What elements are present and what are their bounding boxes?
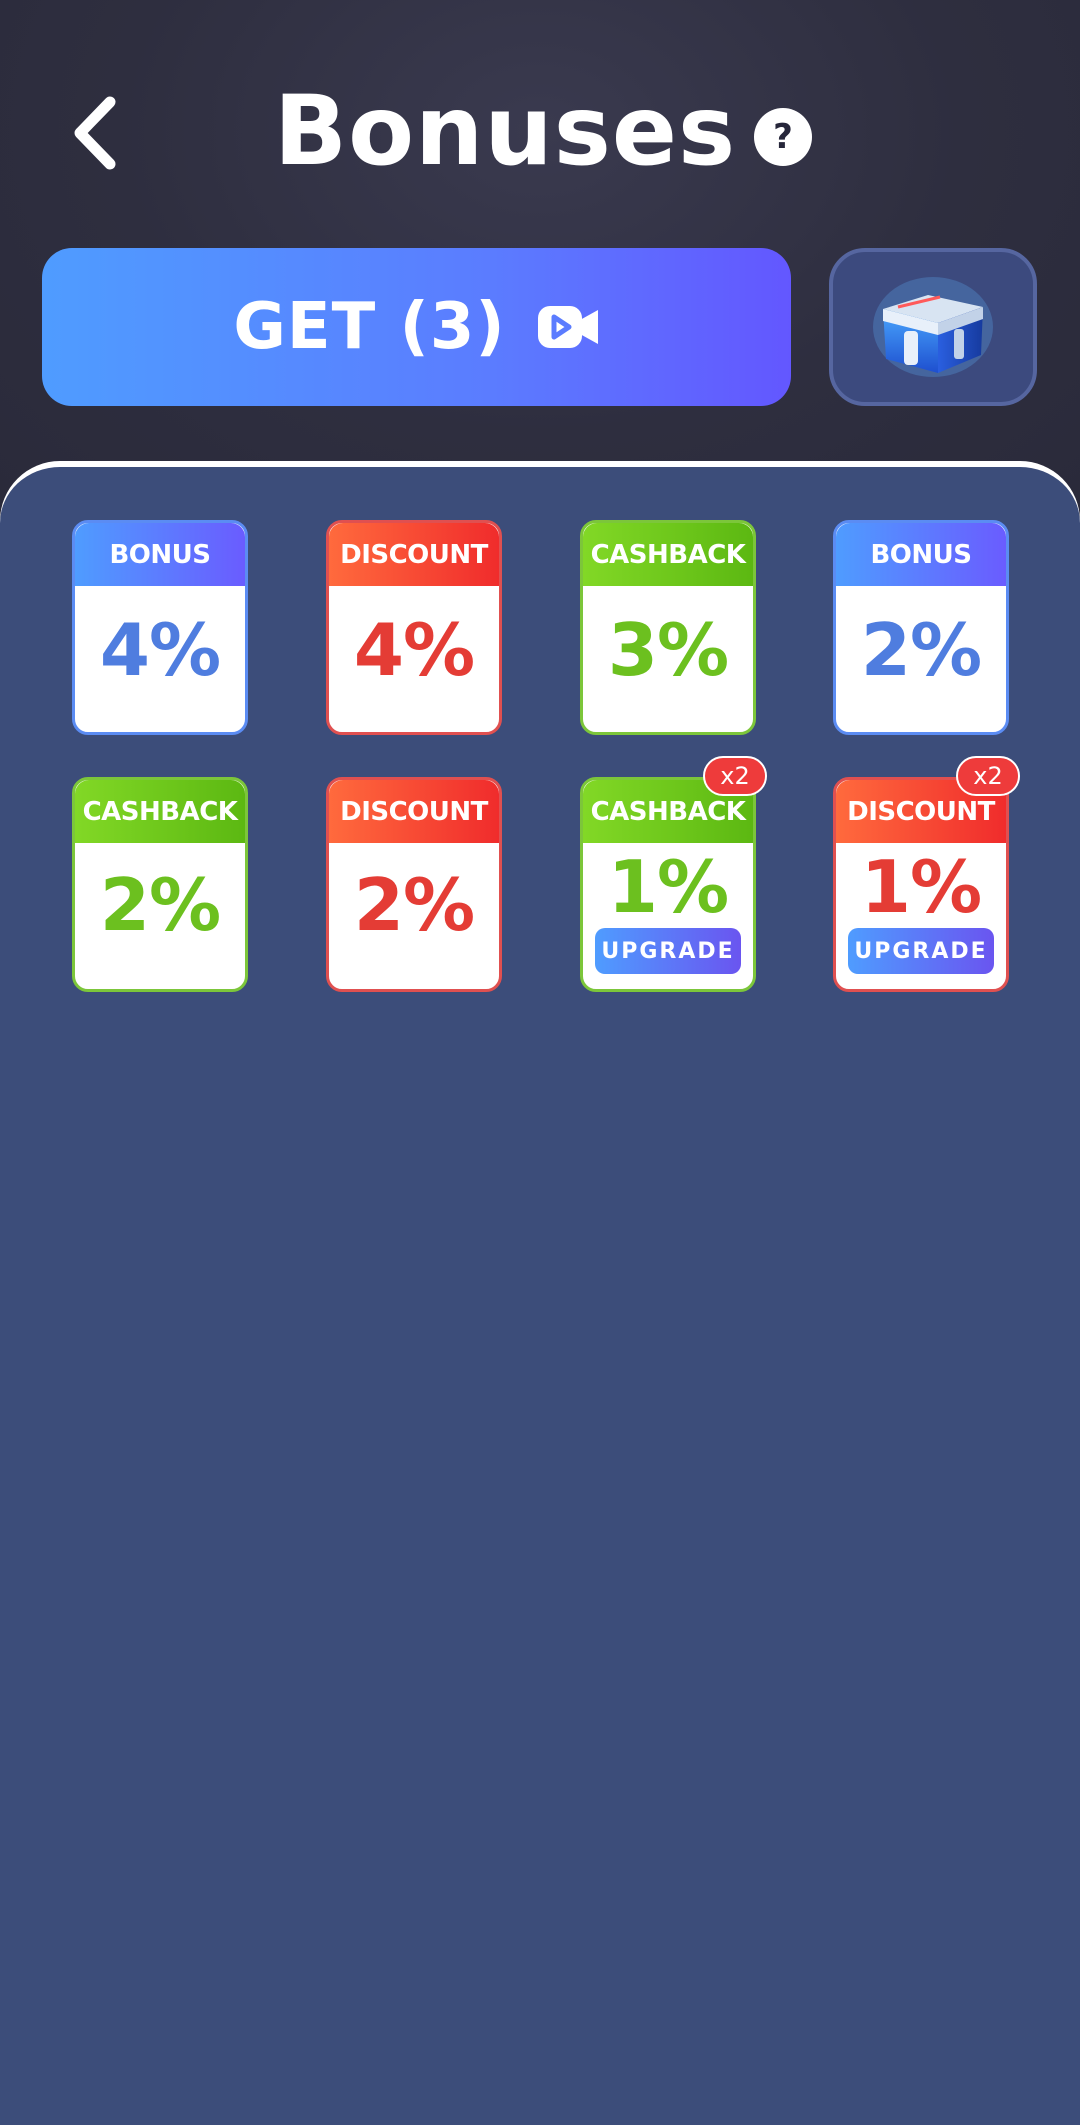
upgrade-button[interactable]: UPGRADE <box>595 928 741 974</box>
help-button[interactable]: ? <box>754 108 812 166</box>
card-percentage: 3% <box>607 608 729 692</box>
multiplier-badge: x2 <box>956 756 1020 796</box>
card-type-label: DISCOUNT <box>329 780 499 843</box>
cashback-card[interactable]: CASHBACK 1% UPGRADE x2 <box>580 756 767 992</box>
get-button-label: GET (3) <box>233 290 506 364</box>
cashback-card[interactable]: CASHBACK 3% <box>580 520 756 735</box>
card-percentage: 2% <box>860 608 982 692</box>
card-percentage: 4% <box>99 608 221 692</box>
bonus-card[interactable]: BONUS 2% <box>833 520 1009 735</box>
discount-card[interactable]: DISCOUNT 4% <box>326 520 502 735</box>
card-type-label: BONUS <box>75 523 245 586</box>
upgrade-button[interactable]: UPGRADE <box>848 928 994 974</box>
get-bonus-button[interactable]: GET (3) <box>42 248 791 406</box>
discount-card[interactable]: DISCOUNT 2% <box>326 777 502 992</box>
card-type-label: CASHBACK <box>75 780 245 843</box>
treasure-chest-icon <box>873 277 993 377</box>
page-title: Bonuses <box>273 75 737 187</box>
video-play-icon <box>537 306 598 348</box>
chest-button[interactable] <box>829 248 1037 406</box>
multiplier-badge: x2 <box>703 756 767 796</box>
question-icon: ? <box>773 117 793 157</box>
card-type-label: BONUS <box>836 523 1006 586</box>
card-percentage: 1% <box>607 845 729 929</box>
card-percentage: 4% <box>353 608 475 692</box>
card-percentage: 1% <box>860 845 982 929</box>
card-type-label: CASHBACK <box>583 523 753 586</box>
card-type-label: DISCOUNT <box>329 523 499 586</box>
bonus-card[interactable]: BONUS 4% <box>72 520 248 735</box>
card-percentage: 2% <box>353 863 475 947</box>
card-percentage: 2% <box>99 863 221 947</box>
cashback-card[interactable]: CASHBACK 2% <box>72 777 248 992</box>
discount-card[interactable]: DISCOUNT 1% UPGRADE x2 <box>833 756 1020 992</box>
